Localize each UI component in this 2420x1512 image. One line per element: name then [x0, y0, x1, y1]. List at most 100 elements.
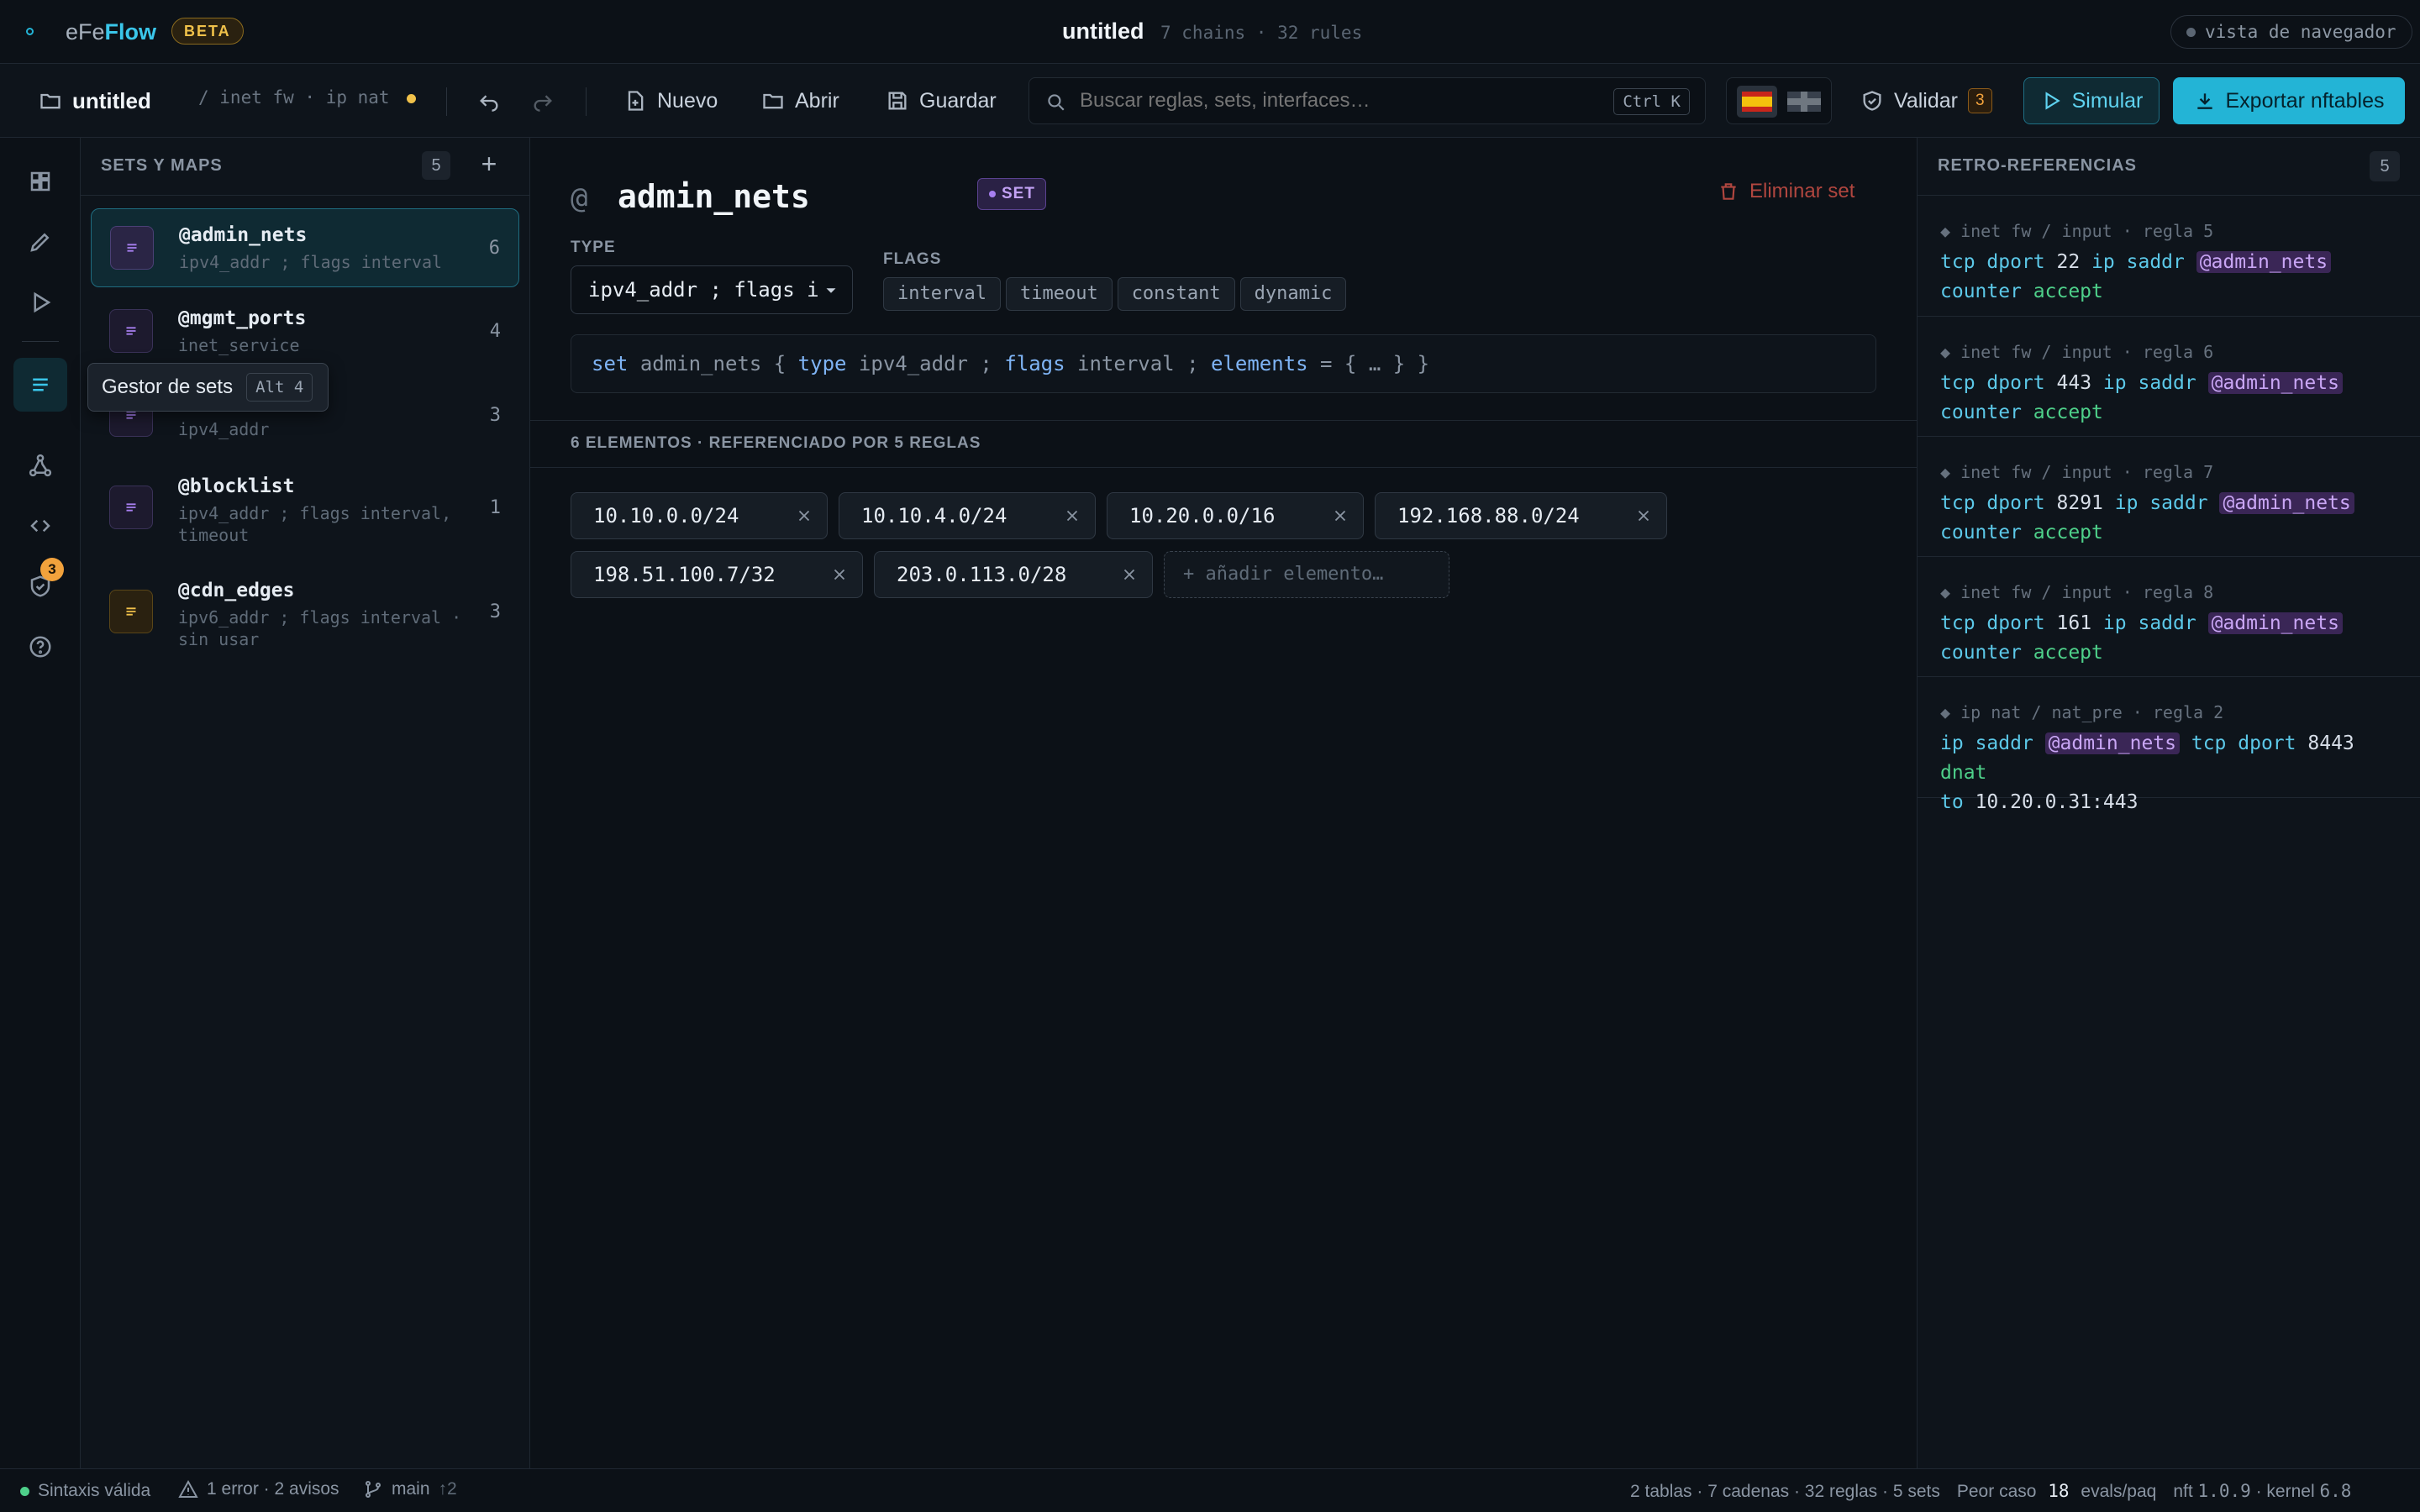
reference-header: ◆ inet fw / input · regla 6 — [1940, 342, 2214, 362]
set-item-mgmt-ports[interactable]: @mgmt_ports inet_service 4 — [91, 292, 519, 371]
new-file-icon — [628, 91, 644, 111]
save-button[interactable]: Guardar — [877, 77, 1005, 124]
code-icon — [30, 519, 50, 533]
language-switcher — [1726, 77, 1832, 124]
close-icon[interactable] — [1331, 507, 1349, 525]
problems-status[interactable]: 1 error · 2 avisos — [178, 1479, 339, 1499]
element-chip[interactable]: 10.10.4.0/24 — [839, 492, 1096, 539]
reference-item[interactable]: ◆ inet fw / input · regla 5 tcp dport 22… — [1918, 196, 2420, 317]
close-icon[interactable] — [795, 507, 813, 525]
summary-counts: 2 tablas · 7 cadenas · 32 reglas · 5 set… — [1630, 1481, 1940, 1501]
close-icon[interactable] — [830, 565, 849, 584]
redo-button[interactable] — [523, 77, 563, 124]
delete-set-label: Eliminar set — [1749, 180, 1855, 202]
add-element-input[interactable]: + añadir elemento… — [1164, 551, 1449, 598]
add-set-button[interactable]: + — [474, 150, 504, 180]
syntax-status[interactable]: Sintaxis válida — [20, 1481, 150, 1501]
status-summary: 2 tablas · 7 cadenas · 32 reglas · 5 set… — [1630, 1481, 2351, 1502]
code-nav[interactable] — [22, 507, 59, 544]
set-name: @mgmt_ports — [178, 307, 307, 329]
element-chip[interactable]: 203.0.113.0/28 — [874, 551, 1153, 598]
undo-icon — [480, 95, 498, 112]
flag-constant[interactable]: constant — [1117, 277, 1235, 311]
set-item-admin-nets[interactable]: @admin_nets ipv4_addr ; flags interval 6 — [91, 208, 519, 287]
search-icon — [1048, 94, 1065, 111]
set-type: inet_service — [178, 335, 300, 355]
spanish-flag-icon[interactable] — [1737, 86, 1777, 118]
status-dot-icon — [2186, 28, 2196, 37]
tooltip-shortcut: Alt 4 — [246, 373, 313, 402]
branch-status[interactable]: main ↑2 — [363, 1479, 457, 1499]
validation-nav[interactable]: 3 — [22, 558, 64, 605]
close-icon[interactable] — [1634, 507, 1653, 525]
browser-mode-pill[interactable]: vista de navegador — [2170, 15, 2412, 49]
close-icon[interactable] — [1063, 507, 1081, 525]
close-icon[interactable] — [1120, 565, 1139, 584]
undo-button[interactable] — [469, 77, 509, 124]
syntax-status-text: Sintaxis válida — [38, 1481, 151, 1500]
window-title: untitled 7 chains · 32 rules — [1062, 18, 1362, 45]
set-item-blocklist[interactable]: @blocklist ipv4_addr ; flags interval, t… — [91, 460, 519, 558]
set-count: 4 — [489, 321, 501, 342]
editor-nav[interactable] — [22, 223, 59, 260]
reference-item[interactable]: ◆ ip nat / nat_pre · regla 2 ip saddr @a… — [1918, 677, 2420, 813]
folder-open-icon — [763, 93, 783, 109]
set-item-cdn-edges[interactable]: @cdn_edges ipv6_addr ; flags interval · … — [91, 564, 519, 662]
set-kind-label: SET — [1002, 185, 1035, 202]
download-icon — [2196, 93, 2212, 109]
topology-nav[interactable] — [22, 447, 59, 484]
validate-button[interactable]: Validar 3 — [1852, 77, 2001, 124]
new-label: Nuevo — [657, 88, 718, 113]
code-set-name: admin_nets — [639, 352, 762, 375]
set-list-icon — [109, 309, 153, 353]
branch-name: main — [392, 1479, 430, 1499]
set-kind-badge: SET — [977, 178, 1046, 210]
reference-item[interactable]: ◆ inet fw / input · regla 7 tcp dport 82… — [1918, 437, 2420, 557]
element-chip[interactable]: 192.168.88.0/24 — [1375, 492, 1667, 539]
search-shortcut: Ctrl K — [1613, 88, 1690, 115]
element-chip[interactable]: 10.10.0.0/24 — [571, 492, 828, 539]
delete-set-button[interactable]: Eliminar set — [1718, 180, 1854, 203]
type-select[interactable]: ipv4_addr ; flags i — [571, 265, 853, 314]
set-type: ipv4_addr ; flags interval — [179, 252, 443, 272]
element-chip[interactable]: 198.51.100.7/32 — [571, 551, 863, 598]
dashboard-nav[interactable] — [22, 163, 59, 200]
warning-icon — [178, 1479, 198, 1498]
element-chip[interactable]: 10.20.0.0/16 — [1107, 492, 1364, 539]
reference-item[interactable]: ◆ inet fw / input · regla 8 tcp dport 16… — [1918, 557, 2420, 677]
sets-nav[interactable] — [13, 358, 67, 412]
uk-flag-icon[interactable] — [1787, 92, 1821, 112]
project-name: untitled — [72, 87, 151, 113]
set-type: ipv4_addr — [178, 419, 270, 439]
set-count: 6 — [488, 238, 500, 259]
play-icon — [2045, 92, 2060, 110]
search-box[interactable]: Ctrl K — [1028, 77, 1706, 124]
chevron-down-icon — [826, 288, 836, 293]
export-button[interactable]: Exportar nftables — [2173, 77, 2405, 124]
search-input[interactable] — [1080, 87, 1584, 115]
open-button[interactable]: Abrir — [753, 77, 848, 124]
flag-timeout[interactable]: timeout — [1005, 277, 1113, 311]
reference-header: ◆ inet fw / input · regla 5 — [1940, 221, 2214, 241]
elements-heading: 6 ELEMENTOS · REFERENCIADO POR 5 REGLAS — [571, 434, 981, 452]
type-select-value: ipv4_addr ; flags i — [588, 278, 819, 302]
simulate-button[interactable]: Simular — [2023, 77, 2160, 124]
set-name-heading[interactable]: admin_nets — [618, 178, 810, 215]
element-value: 198.51.100.7/32 — [593, 563, 776, 586]
navigation-rail: 3 — [0, 138, 81, 1468]
flag-interval[interactable]: interval — [883, 277, 1001, 311]
unsaved-dot — [407, 94, 417, 103]
browser-mode-label: vista de navegador — [2205, 22, 2396, 42]
help-nav[interactable] — [22, 628, 59, 665]
rail-divider — [22, 341, 59, 342]
toolbar-divider — [586, 87, 587, 116]
reference-item[interactable]: ◆ inet fw / input · regla 6 tcp dport 44… — [1918, 317, 2420, 437]
simulate-nav[interactable] — [22, 284, 59, 321]
set-list-icon — [110, 226, 154, 270]
redo-icon — [534, 95, 552, 112]
worst-case: Peor caso 18 evals/paq — [1956, 1481, 2157, 1501]
new-button[interactable]: Nuevo — [615, 77, 726, 124]
save-label: Guardar — [919, 88, 997, 113]
flag-dynamic[interactable]: dynamic — [1239, 277, 1347, 311]
project-button[interactable]: untitled — [30, 77, 160, 124]
